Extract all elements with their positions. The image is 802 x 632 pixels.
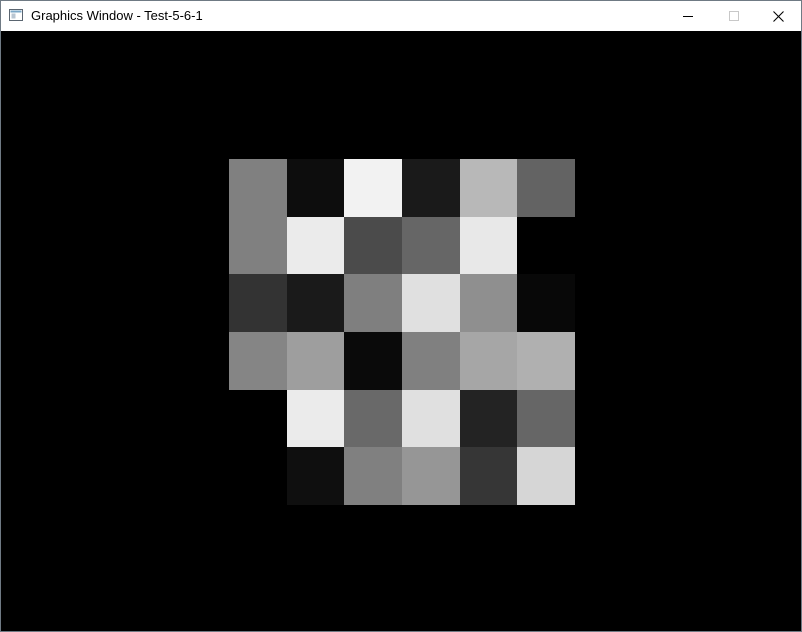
graphics-canvas[interactable] <box>1 31 801 631</box>
grid-cell-r2-c5 <box>460 217 517 274</box>
grid-cell-r1-c1 <box>229 159 287 217</box>
grid-cell-r2-c6 <box>517 217 575 274</box>
gray-pixel-grid <box>229 159 575 505</box>
maximize-icon <box>729 11 739 21</box>
grid-cell-r4-c6 <box>517 332 575 390</box>
grid-cell-r6-c5 <box>460 447 517 505</box>
grid-cell-r4-c2 <box>287 332 344 390</box>
window-title: Graphics Window - Test-5-6-1 <box>31 8 203 23</box>
grid-cell-r3-c5 <box>460 274 517 332</box>
grid-cell-r3-c6 <box>517 274 575 332</box>
grid-cell-r1-c6 <box>517 159 575 217</box>
grid-cell-r4-c3 <box>344 332 402 390</box>
grid-cell-r5-c3 <box>344 390 402 447</box>
grid-cell-r6-c6 <box>517 447 575 505</box>
grid-cell-r2-c1 <box>229 217 287 274</box>
grid-cell-r6-c3 <box>344 447 402 505</box>
grid-cell-r4-c5 <box>460 332 517 390</box>
grid-cell-r1-c4 <box>402 159 460 217</box>
grid-cell-r5-c1 <box>229 390 287 447</box>
grid-cell-r3-c3 <box>344 274 402 332</box>
grid-cell-r4-c1 <box>229 332 287 390</box>
grid-cell-r1-c5 <box>460 159 517 217</box>
maximize-button[interactable] <box>711 1 757 31</box>
grid-cell-r5-c6 <box>517 390 575 447</box>
close-button[interactable] <box>755 1 801 31</box>
grid-cell-r5-c5 <box>460 390 517 447</box>
app-window-icon <box>9 9 23 21</box>
grid-cell-r2-c4 <box>402 217 460 274</box>
graphics-window: Graphics Window - Test-5-6-1 <box>0 0 802 632</box>
minimize-icon <box>683 16 693 17</box>
grid-cell-r3-c4 <box>402 274 460 332</box>
grid-cell-r2-c2 <box>287 217 344 274</box>
grid-cell-r6-c1 <box>229 447 287 505</box>
grid-cell-r6-c4 <box>402 447 460 505</box>
minimize-button[interactable] <box>665 1 711 31</box>
grid-cell-r1-c3 <box>344 159 402 217</box>
grid-cell-r5-c2 <box>287 390 344 447</box>
grid-cell-r2-c3 <box>344 217 402 274</box>
grid-cell-r3-c2 <box>287 274 344 332</box>
grid-cell-r3-c1 <box>229 274 287 332</box>
close-icon <box>772 10 784 22</box>
grid-cell-r4-c4 <box>402 332 460 390</box>
grid-cell-r5-c4 <box>402 390 460 447</box>
title-bar[interactable]: Graphics Window - Test-5-6-1 <box>1 1 801 31</box>
grid-cell-r1-c2 <box>287 159 344 217</box>
grid-cell-r6-c2 <box>287 447 344 505</box>
